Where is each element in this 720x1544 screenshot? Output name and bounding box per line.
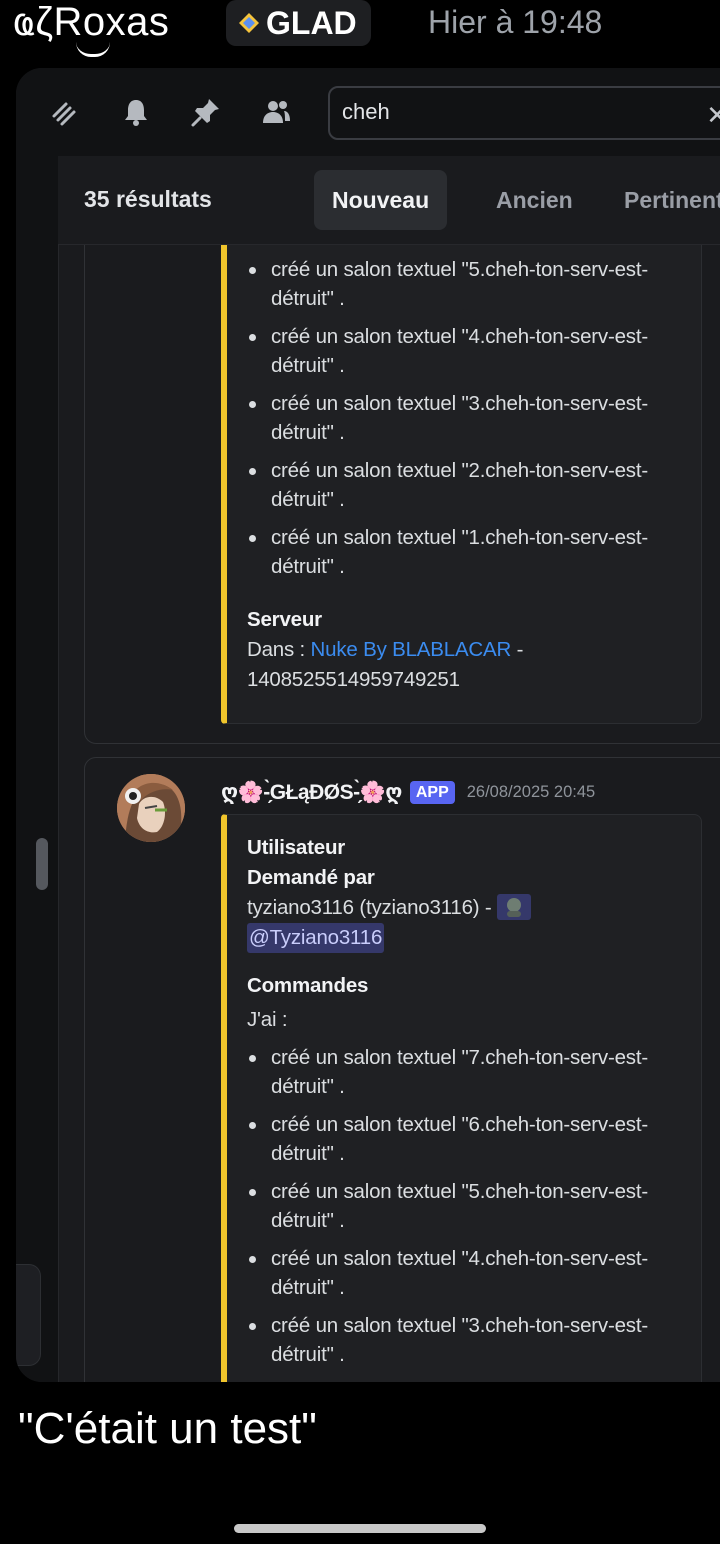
search-field[interactable]: ✕ (328, 86, 720, 140)
members-icon[interactable] (260, 96, 292, 128)
pin-icon[interactable] (190, 96, 222, 128)
clear-search-icon[interactable]: ✕ (706, 100, 720, 131)
server-field: Serveur Dans : Nuke By BLABLACAR - 14085… (247, 605, 677, 695)
requester-name: tyziano3116 (tyziano3116) - (247, 896, 492, 919)
server-prefix: Dans : (247, 638, 311, 661)
message-timestamp: 26/08/2025 20:45 (466, 782, 596, 801)
post-caption: "C'était un test" (18, 1404, 317, 1453)
search-results-list: créé un salon textuel "5.cheh-ton-serv-e… (58, 245, 720, 1382)
list-item: créé un salon textuel "4.cheh-ton-serv-e… (245, 322, 675, 380)
commands-title: Commandes (247, 974, 369, 997)
list-item: créé un salon textuel "5.cheh-ton-serv-e… (245, 1177, 675, 1235)
server-tag-text: GLAD (266, 4, 357, 41)
search-input[interactable] (340, 96, 684, 128)
avatar-image (117, 774, 185, 842)
server-suffix: - (511, 638, 524, 661)
server-id: 1408525514959749251 (247, 668, 460, 691)
list-item: créé un salon textuel "7.cheh-ton-serv-e… (245, 1043, 675, 1101)
requested-by-title: Demandé par (247, 866, 375, 889)
user-mention[interactable]: @Tyziano3116 (247, 923, 385, 953)
list-item: créé un salon textuel "4.cheh-ton-serv-e… (245, 1244, 675, 1302)
list-item: créé un salon textuel "5.cheh-ton-serv-e… (245, 255, 675, 313)
post-header: ҩζRoxas GLAD Hier à 19:48 (0, 0, 720, 60)
commands-field: Commandes J'ai : (247, 971, 677, 1035)
user-avatar-icon (507, 897, 522, 917)
search-result[interactable]: créé un salon textuel "5.cheh-ton-serv-e… (84, 245, 720, 744)
server-field-value: Dans : Nuke By BLABLACAR - (247, 635, 677, 665)
server-field-title: Serveur (247, 608, 322, 631)
home-indicator[interactable] (234, 1524, 486, 1533)
commands-intro: J'ai : (247, 1008, 288, 1031)
message-header: ღ🌸-̗̀GŁąĐØS-̗̀🌸ღ APP 26/08/2025 20:45 (221, 776, 595, 808)
embed: Utilisateur Demandé par tyziano3116 (tyz… (221, 814, 702, 1382)
user-field: Utilisateur Demandé par tyziano3116 (tyz… (247, 833, 677, 953)
search-results-header: 35 résultats Nouveau Ancien Pertinent (58, 156, 720, 245)
mention-avatar (497, 893, 532, 920)
rail-handle[interactable] (16, 1264, 41, 1366)
mention-line: @Tyziano3116 (247, 923, 677, 953)
author-name[interactable]: ҩζRoxas (14, 0, 170, 57)
channel-toolbar: ✕ (16, 68, 720, 157)
sort-tab-oldest[interactable]: Ancien (478, 170, 591, 230)
sparkle-diamond-icon (239, 13, 259, 33)
list-item: créé un salon textuel "2.cheh-ton-serv-e… (245, 456, 675, 514)
list-item: créé un salon textuel "6.cheh-ton-serv-e… (245, 1110, 675, 1168)
requester-line: tyziano3116 (tyziano3116) - (247, 893, 677, 923)
list-item: créé un salon textuel "3.cheh-ton-serv-e… (245, 1311, 675, 1369)
embed: créé un salon textuel "5.cheh-ton-serv-e… (221, 245, 702, 724)
name-underline-decoration (76, 42, 110, 57)
left-rail (16, 156, 59, 1382)
search-result[interactable]: ღ🌸-̗̀GŁąĐØS-̗̀🌸ღ APP 26/08/2025 20:45 Ut… (84, 757, 720, 1382)
post-timestamp: Hier à 19:48 (428, 4, 603, 40)
threads-icon[interactable] (48, 96, 80, 128)
discord-search-window: ✕ 35 résultats Nouveau Ancien Pertinent … (16, 68, 720, 1382)
bot-username[interactable]: ღ🌸-̗̀GŁąĐØS-̗̀🌸ღ (221, 780, 402, 805)
scrollbar-thumb[interactable] (36, 838, 48, 890)
user-field-title: Utilisateur (247, 836, 346, 859)
app-badge: APP (409, 780, 455, 804)
list-item: créé un salon textuel "1.cheh-ton-serv-e… (245, 523, 675, 581)
results-count: 35 résultats (84, 186, 212, 212)
bell-icon[interactable] (120, 96, 152, 128)
sort-tab-relevant[interactable]: Pertinent (606, 170, 720, 230)
commands-list: créé un salon textuel "7.cheh-ton-serv-e… (245, 1043, 675, 1378)
server-link[interactable]: Nuke By BLABLACAR (311, 638, 512, 661)
list-item: créé un salon textuel "3.cheh-ton-serv-e… (245, 389, 675, 447)
author-name-text: ҩζRoxas (14, 0, 170, 44)
avatar[interactable] (117, 774, 185, 842)
commands-list: créé un salon textuel "5.cheh-ton-serv-e… (245, 255, 675, 590)
server-tag-badge[interactable]: GLAD (226, 0, 371, 46)
sort-tab-newest[interactable]: Nouveau (314, 170, 448, 230)
